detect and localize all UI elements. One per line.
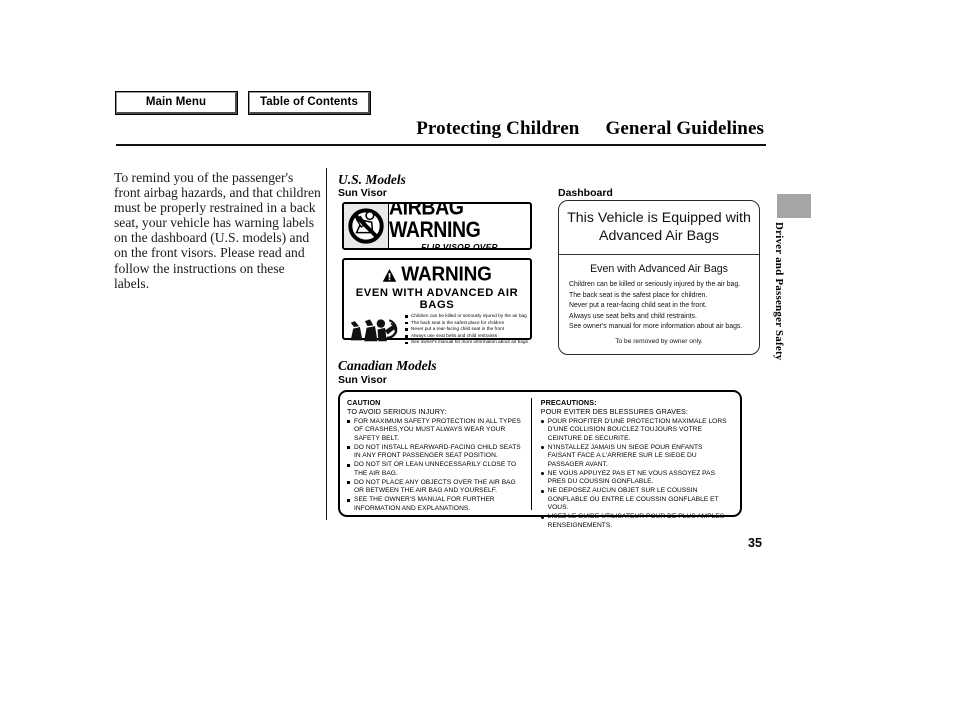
list-item: Children can be killed or seriously inju…	[405, 313, 528, 320]
list-item: The back seat is the safest place for ch…	[569, 291, 708, 299]
airbag-warning-visor-label: AIRBAG WARNING FLIP VISOR OVER	[342, 202, 532, 250]
airbag-warning-subline: FLIP VISOR OVER	[421, 242, 498, 250]
seat-airbag-child-icon	[349, 313, 401, 354]
page-title-subsection: General Guidelines	[605, 118, 764, 139]
caution-bullet-list: FOR MAXIMUM SAFETY PROTECTION IN ALL TYP…	[347, 418, 525, 514]
list-item: Always use seat belts and child restrain…	[569, 312, 697, 320]
list-item: POUR PROFITER D'UNE PROTECTION MAXIMALE …	[540, 418, 729, 444]
column-divider	[326, 168, 327, 520]
header-divider	[116, 144, 766, 146]
list-item: LISEZ LE GUIDE UTILISATEUR POUR DE PLUS …	[540, 513, 729, 530]
list-item: DO NOT PLACE ANY OBJECTS OVER THE AIR BA…	[347, 479, 525, 496]
list-item: NE VOUS APPUYEZ PAS ET NE VOUS ASSOYEZ P…	[540, 470, 729, 487]
list-item: DO NOT SIT OR LEAN UNNECESSARILY CLOSE T…	[347, 461, 525, 478]
list-item: Always use seat belts and child restrain…	[405, 333, 528, 340]
list-item: See owner's manual for more information …	[405, 339, 528, 346]
advanced-airbag-warning-label: WARNING EVEN WITH ADVANCED AIR BAGS Chil…	[342, 258, 532, 344]
list-item: Never put a rear-facing child seat in th…	[405, 326, 528, 333]
list-item: See owner's manual for more information …	[569, 323, 743, 331]
caution-title: CAUTION	[347, 398, 381, 407]
subheading-dashboard: Dashboard	[558, 187, 613, 199]
warning-bullet-list: Children can be killed or seriously inju…	[404, 313, 528, 346]
dashboard-label-title: This Vehicle is Equipped with Advanced A…	[559, 201, 759, 255]
warning-headline-row: WARNING	[349, 263, 525, 286]
table-of-contents-button[interactable]: Table of Contents	[249, 92, 370, 114]
dashboard-line-list: Children can be killed or seriously inju…	[568, 280, 750, 333]
precautions-title: PRECAUTIONS:	[540, 398, 597, 407]
warning-body: Children can be killed or seriously inju…	[349, 313, 528, 354]
subheading-canadian-sun-visor: Sun Visor	[338, 374, 387, 386]
navigation-bar: Main Menu Table of Contents	[116, 92, 370, 114]
page-title-section: Protecting Children	[416, 118, 580, 139]
precautions-bullet-list: POUR PROFITER D'UNE PROTECTION MAXIMALE …	[540, 418, 729, 531]
subheading-us-sun-visor: Sun Visor	[338, 187, 387, 199]
airbag-warning-headline: AIRBAG WARNING	[389, 202, 481, 243]
warning-triangle-icon	[383, 268, 397, 282]
no-rear-facing-child-seat-icon	[344, 204, 389, 248]
list-item: Children can be killed or seriously inju…	[569, 281, 741, 288]
list-item: The back seat is the safest place for ch…	[405, 320, 528, 327]
header-titles: Protecting Children General Guidelines	[116, 118, 766, 140]
canadian-label-english-column: CAUTION TO AVOID SERIOUS INJURY: FOR MAX…	[347, 398, 531, 512]
section-heading-us-models: U.S. Models	[338, 172, 406, 187]
warning-headline: WARNING	[401, 263, 492, 286]
list-item: NE DEPOSEZ AUCUN OBJET SUR LE COUSSIN GO…	[540, 487, 729, 513]
section-heading-canadian-models: Canadian Models	[338, 358, 437, 373]
list-item: SEE THE OWNER'S MANUAL FOR FURTHER INFOR…	[347, 496, 525, 513]
list-item: Never put a rear-facing child seat in th…	[569, 302, 707, 310]
canadian-label-french-column: PRECAUTIONS: POUR EVITER DES BLESSURES G…	[530, 398, 735, 529]
precautions-subtitle: POUR EVITER DES BLESSURES GRAVES:	[540, 407, 689, 417]
dashboard-airbag-label: This Vehicle is Equipped with Advanced A…	[558, 200, 760, 355]
dashboard-footer-note: To be removed by owner only.	[615, 338, 703, 345]
dashboard-title-line-1: This Vehicle is Equipped with	[567, 210, 751, 226]
caution-subtitle: TO AVOID SERIOUS INJURY:	[347, 407, 447, 417]
dashboard-label-body: Even with Advanced Air Bags Children can…	[559, 255, 759, 333]
warning-subhead: EVEN WITH ADVANCED AIR BAGS	[355, 287, 519, 311]
list-item: N'INSTALLEZ JAMAIS UN SIEGE POUR ENFANTS…	[540, 444, 729, 470]
airbag-warning-text: AIRBAG WARNING FLIP VISOR OVER	[389, 204, 530, 248]
list-item: FOR MAXIMUM SAFETY PROTECTION IN ALL TYP…	[347, 418, 525, 444]
dashboard-subhead: Even with Advanced Air Bags	[590, 263, 728, 275]
page-number: 35	[748, 536, 762, 550]
page-header: Protecting Children General Guidelines	[116, 118, 766, 146]
body-paragraph: To remind you of the passenger's front a…	[114, 170, 321, 291]
main-menu-button[interactable]: Main Menu	[116, 92, 237, 114]
chapter-tab-marker	[777, 194, 811, 218]
canadian-sun-visor-label: CAUTION TO AVOID SERIOUS INJURY: FOR MAX…	[338, 390, 742, 529]
list-item: DO NOT INSTALL REARWARD-FACING CHILD SEA…	[347, 444, 525, 461]
chapter-tab-label: Driver and Passenger Safety	[773, 222, 785, 361]
dashboard-title-line-2: Advanced Air Bags	[599, 227, 719, 244]
